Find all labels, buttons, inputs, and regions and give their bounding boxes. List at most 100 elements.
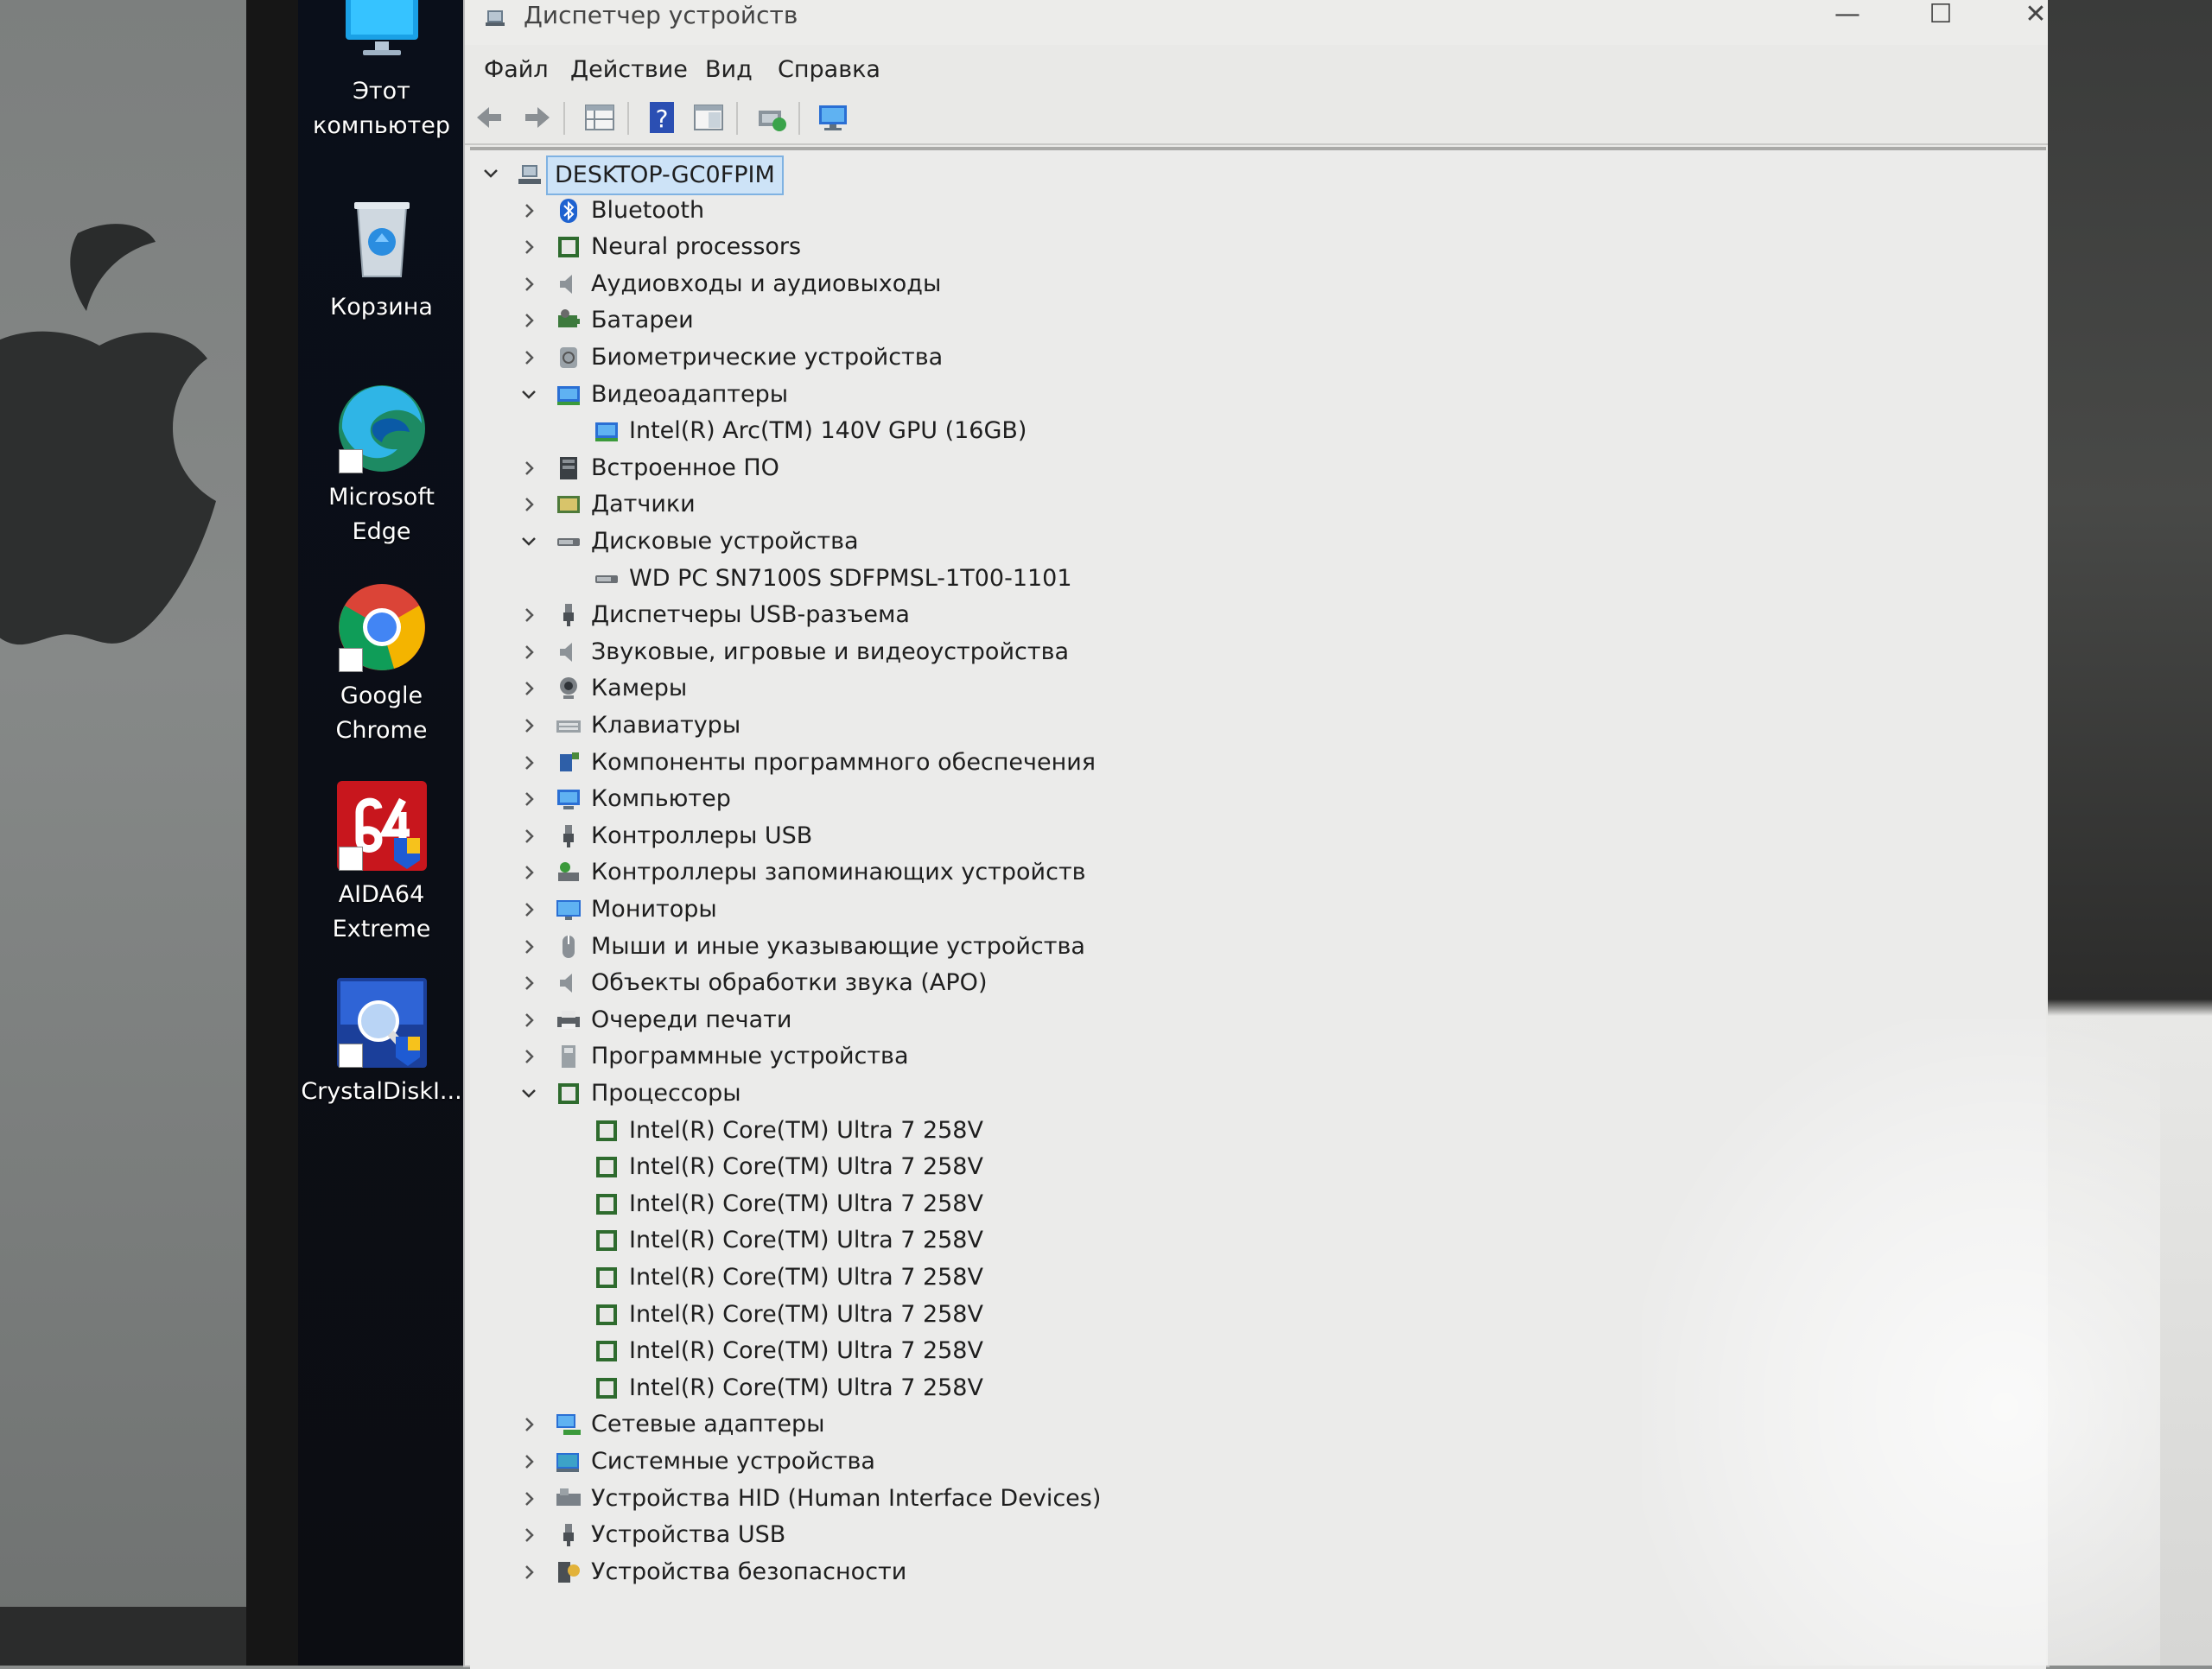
network-adapter-icon <box>556 1414 581 1436</box>
monitor-bezel <box>246 0 298 1666</box>
chevron-right-icon[interactable] <box>518 1525 539 1545</box>
chevron-right-icon[interactable] <box>518 1414 539 1435</box>
display-adapter-icon <box>595 422 618 442</box>
chevron-right-icon[interactable] <box>518 715 539 736</box>
speaker-icon <box>560 274 572 294</box>
chip-icon <box>596 1377 617 1399</box>
desktop-icon-microsoft-edge[interactable]: Microsoft Edge <box>298 380 465 549</box>
tree-item-label: Мониторы <box>591 896 717 923</box>
shortcut-arrow-icon <box>338 1044 363 1068</box>
tree-item-label: Intel(R) Core(TM) Ultra 7 258V <box>629 1264 983 1291</box>
hid-icon <box>556 1488 581 1506</box>
desktop-icon-this-pc[interactable]: Этот компьютер <box>298 0 465 143</box>
tree-item-label: Программные устройства <box>591 1043 909 1070</box>
menu-view[interactable]: Вид <box>705 55 753 85</box>
tree-item-label: Bluetooth <box>591 196 705 224</box>
chevron-down-icon[interactable] <box>480 163 501 184</box>
chevron-right-icon[interactable] <box>518 752 539 773</box>
chevron-right-icon[interactable] <box>518 605 539 625</box>
chevron-right-icon[interactable] <box>518 642 539 663</box>
toolbar-separator <box>736 102 738 135</box>
chip-icon <box>596 1341 617 1362</box>
desktop-icon-crystaldisk[interactable]: CrystalDiskI... <box>298 974 465 1109</box>
device-manager-icon <box>486 10 505 26</box>
chevron-right-icon[interactable] <box>518 899 539 920</box>
apple-logo-icon <box>0 224 216 645</box>
toolbar-separator <box>798 102 800 135</box>
tree-item-label: Intel(R) Arc(TM) 140V GPU (16GB) <box>629 417 1027 445</box>
chevron-right-icon[interactable] <box>518 1488 539 1509</box>
disk-icon <box>557 538 580 546</box>
minimize-button[interactable]: — <box>1813 0 1882 31</box>
chevron-down-icon[interactable] <box>518 531 539 552</box>
chevron-right-icon[interactable] <box>518 494 539 515</box>
chip-icon <box>596 1230 617 1252</box>
tree-item-label: Очереди печати <box>591 1006 792 1033</box>
chevron-right-icon[interactable] <box>518 826 539 847</box>
update-driver-icon[interactable] <box>753 100 788 135</box>
chevron-right-icon[interactable] <box>518 789 539 809</box>
chevron-right-icon[interactable] <box>518 274 539 295</box>
menu-action[interactable]: Действие <box>570 55 688 85</box>
monitor-scan-icon[interactable] <box>816 100 850 135</box>
tree-item-label: Intel(R) Core(TM) Ultra 7 258V <box>629 1227 983 1254</box>
tree-item-label: Мыши и иные указывающие устройства <box>591 932 1085 960</box>
chip-icon <box>596 1267 617 1288</box>
shortcut-arrow-icon <box>338 847 363 871</box>
tree-item-label: Intel(R) Core(TM) Ultra 7 258V <box>629 1116 983 1144</box>
camera-icon <box>560 677 577 700</box>
tree-item-label: Звуковые, игровые и видеоустройства <box>591 638 1070 665</box>
chip-icon <box>558 1083 579 1104</box>
device-tree: DESKTOP-GC0FPIM Bluetooth Neural processo… <box>470 147 2046 1669</box>
tree-item-label: Компоненты программного обеспечения <box>591 748 1096 776</box>
mouse-icon <box>563 935 575 958</box>
maximize-button[interactable]: ☐ <box>1906 0 1975 31</box>
chevron-right-icon[interactable] <box>518 237 539 257</box>
chevron-right-icon[interactable] <box>518 458 539 479</box>
chevron-down-icon[interactable] <box>518 1083 539 1104</box>
chevron-right-icon[interactable] <box>518 1562 539 1583</box>
software-component-icon <box>560 752 579 771</box>
menu-help[interactable]: Справка <box>778 55 880 85</box>
chevron-right-icon[interactable] <box>518 936 539 957</box>
chevron-right-icon[interactable] <box>518 862 539 883</box>
forward-arrow-icon[interactable] <box>518 100 553 135</box>
chevron-down-icon[interactable] <box>518 384 539 405</box>
chevron-right-icon[interactable] <box>518 310 539 331</box>
this-pc-icon <box>334 0 430 71</box>
tree-item-label: Объекты обработки звука (APO) <box>591 969 988 997</box>
tree-item-label: Устройства USB <box>591 1521 786 1549</box>
chevron-right-icon[interactable] <box>518 1046 539 1067</box>
chevron-right-icon[interactable] <box>518 678 539 699</box>
chevron-right-icon[interactable] <box>518 973 539 993</box>
menu-file[interactable]: Файл <box>484 55 549 85</box>
help-icon[interactable]: ? <box>645 100 679 135</box>
window-title: Диспетчер устройств <box>524 1 798 29</box>
system-device-icon <box>556 1453 579 1472</box>
chevron-right-icon[interactable] <box>518 347 539 368</box>
tree-item-label: WD PC SN7100S SDFPMSL-1T00-1101 <box>629 564 1072 592</box>
chevron-right-icon[interactable] <box>518 1451 539 1472</box>
properties-grid-icon[interactable] <box>582 100 617 135</box>
chip-icon <box>558 237 579 258</box>
shortcut-arrow-icon <box>338 449 363 473</box>
chevron-right-icon[interactable] <box>518 1010 539 1031</box>
desktop-icon-aida64[interactable]: AIDA64 Extreme <box>298 777 465 947</box>
crystaldisk-icon <box>334 974 430 1071</box>
bluetooth-icon <box>560 198 577 223</box>
back-arrow-icon[interactable] <box>474 100 508 135</box>
tree-item-label: Клавиатуры <box>591 712 741 739</box>
desktop-icon-google-chrome[interactable]: Google Chrome <box>298 579 465 748</box>
display-adapter-icon <box>557 385 580 405</box>
photo-background-right <box>2048 0 2212 1666</box>
desktop-icon-recycle-bin[interactable]: Корзина <box>298 190 465 325</box>
panel-icon[interactable] <box>691 100 726 135</box>
tree-item-label: Системные устройства <box>591 1448 875 1475</box>
chevron-right-icon[interactable] <box>518 200 539 221</box>
fingerprint-icon <box>560 347 577 368</box>
tree-item-label: Процессоры <box>591 1080 741 1107</box>
tree-item-label: Intel(R) Core(TM) Ultra 7 258V <box>629 1337 983 1365</box>
title-bar[interactable]: Диспетчер устройств — ☐ ✕ <box>465 0 2048 45</box>
security-device-icon <box>558 1561 580 1583</box>
tree-item-label: Контроллеры запоминающих устройств <box>591 859 1086 886</box>
